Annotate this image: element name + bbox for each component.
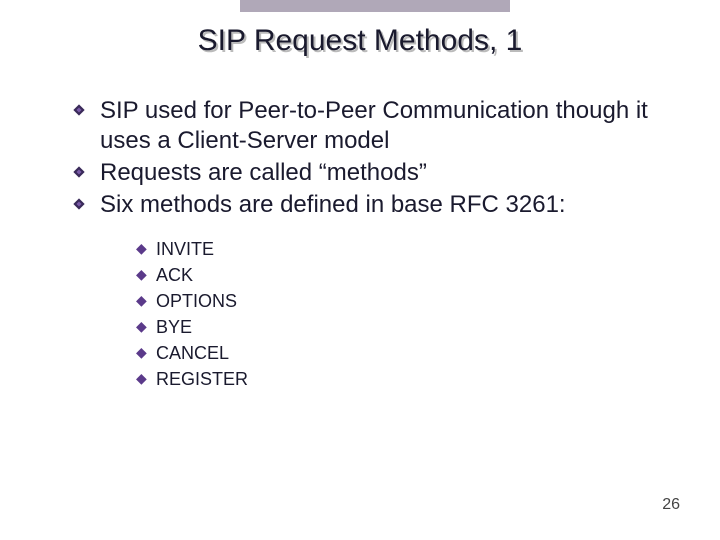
slide: SIP Request Methods, 1 SIP used for Peer… <box>0 0 720 540</box>
list-item: ◆ CANCEL <box>136 340 672 366</box>
page-number: 26 <box>662 496 680 514</box>
list-item-text: BYE <box>156 314 192 340</box>
sub-list: ◆ INVITE ◆ ACK ◆ OPTIONS ◆ BYE ◆ CANCEL … <box>136 236 672 393</box>
list-item: ◆ REGISTER <box>136 366 672 392</box>
list-item: Six methods are defined in base RFC 3261… <box>72 190 672 220</box>
list-item: ◆ ACK <box>136 262 672 288</box>
diamond-dot-icon: ◆ <box>136 236 156 261</box>
diamond-bullet-icon <box>72 197 94 211</box>
list-item: ◆ OPTIONS <box>136 288 672 314</box>
list-item: SIP used for Peer-to-Peer Communication … <box>72 96 672 156</box>
list-item: ◆ INVITE <box>136 236 672 262</box>
diamond-dot-icon: ◆ <box>136 262 156 287</box>
list-item-text: ACK <box>156 262 193 288</box>
decorative-top-bar <box>240 0 510 12</box>
slide-title: SIP Request Methods, 1 <box>0 24 720 58</box>
list-item-text: Requests are called “methods” <box>100 158 427 188</box>
list-item-text: REGISTER <box>156 366 248 392</box>
diamond-bullet-icon <box>72 165 94 179</box>
slide-body: SIP used for Peer-to-Peer Communication … <box>72 96 672 393</box>
list-item: ◆ BYE <box>136 314 672 340</box>
diamond-bullet-icon <box>72 103 94 117</box>
diamond-dot-icon: ◆ <box>136 366 156 391</box>
list-item-text: Six methods are defined in base RFC 3261… <box>100 190 566 220</box>
diamond-dot-icon: ◆ <box>136 314 156 339</box>
list-item: Requests are called “methods” <box>72 158 672 188</box>
list-item-text: SIP used for Peer-to-Peer Communication … <box>100 96 672 156</box>
list-item-text: CANCEL <box>156 340 229 366</box>
diamond-dot-icon: ◆ <box>136 288 156 313</box>
list-item-text: INVITE <box>156 236 214 262</box>
list-item-text: OPTIONS <box>156 288 237 314</box>
diamond-dot-icon: ◆ <box>136 340 156 365</box>
